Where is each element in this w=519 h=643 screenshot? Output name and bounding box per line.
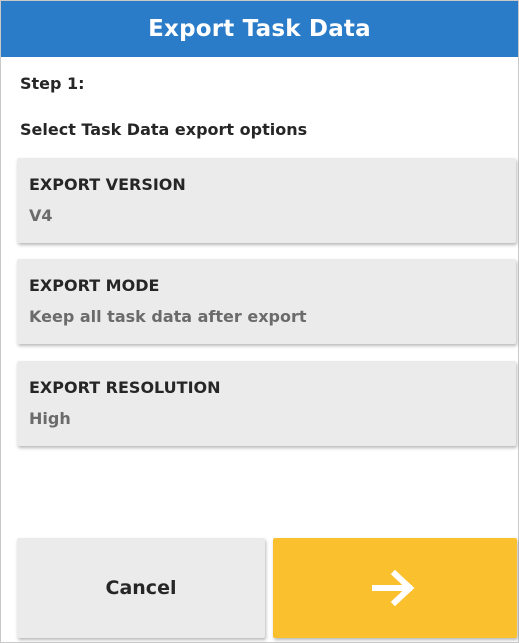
export-resolution-title: EXPORT RESOLUTION (29, 378, 221, 397)
export-resolution-value: High (29, 409, 71, 428)
dialog-title: Export Task Data (1, 1, 518, 57)
export-version-option[interactable]: EXPORT VERSION V4 (17, 158, 516, 243)
export-version-title: EXPORT VERSION (29, 175, 186, 194)
next-button[interactable] (273, 538, 517, 638)
cancel-button-label: Cancel (105, 577, 177, 599)
export-task-data-dialog: Export Task Data Step 1: Select Task Dat… (0, 0, 519, 643)
export-mode-option[interactable]: EXPORT MODE Keep all task data after exp… (17, 259, 516, 344)
export-version-value: V4 (29, 206, 53, 225)
export-mode-value: Keep all task data after export (29, 307, 307, 326)
instruction-text: Select Task Data export options (20, 120, 308, 139)
step-label: Step 1: (20, 74, 85, 93)
arrow-right-icon (372, 569, 415, 607)
cancel-button[interactable]: Cancel (17, 538, 265, 638)
export-resolution-option[interactable]: EXPORT RESOLUTION High (17, 361, 516, 446)
export-mode-title: EXPORT MODE (29, 276, 160, 295)
